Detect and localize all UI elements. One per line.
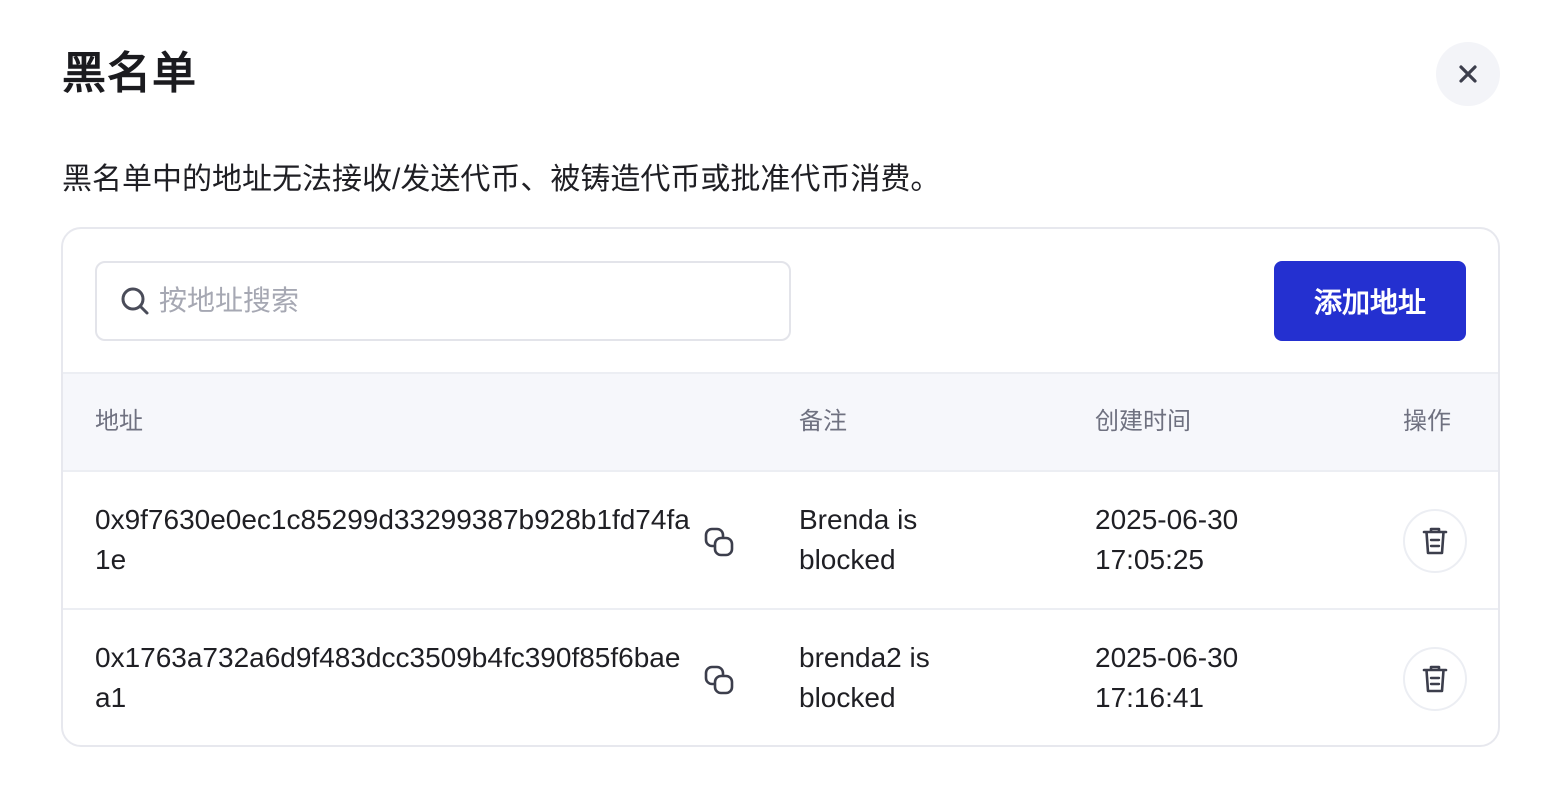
table-header: 地址 备注 创建时间 操作 bbox=[63, 372, 1498, 472]
delete-address-button[interactable] bbox=[1403, 509, 1467, 573]
address-cell: 0x1763a732a6d9f483dcc3509b4fc390f85f6bae… bbox=[95, 642, 681, 713]
close-button[interactable] bbox=[1436, 42, 1500, 106]
copy-icon bbox=[704, 665, 734, 695]
blacklist-dialog: 黑名单 黑名单中的地址无法接收/发送代币、被铸造代币或批准代币消费。 添加地址 … bbox=[0, 0, 1560, 792]
search-icon bbox=[121, 287, 149, 315]
add-address-button[interactable]: 添加地址 bbox=[1274, 261, 1466, 341]
created-time-cell: 2025-06-30 17:05:25 bbox=[1095, 504, 1239, 575]
table-row: 0x9f7630e0ec1c85299d33299387b928b1fd74fa… bbox=[63, 472, 1498, 610]
copy-icon bbox=[704, 527, 734, 557]
table-row: 0x1763a732a6d9f483dcc3509b4fc390f85f6bae… bbox=[63, 610, 1498, 745]
copy-address-button[interactable] bbox=[699, 522, 739, 562]
search-box[interactable] bbox=[95, 261, 791, 341]
note-cell: Brenda is blocked bbox=[799, 504, 918, 575]
column-header-address: 地址 bbox=[95, 408, 143, 435]
close-icon bbox=[1459, 65, 1477, 83]
note-cell: brenda2 is blocked bbox=[799, 642, 930, 713]
trash-icon bbox=[1422, 665, 1448, 693]
column-header-created: 创建时间 bbox=[1095, 408, 1191, 435]
address-cell: 0x9f7630e0ec1c85299d33299387b928b1fd74fa… bbox=[95, 504, 690, 575]
copy-address-button[interactable] bbox=[699, 660, 739, 700]
dialog-title: 黑名单 bbox=[62, 49, 197, 98]
delete-address-button[interactable] bbox=[1403, 647, 1467, 711]
created-time-cell: 2025-06-30 17:16:41 bbox=[1095, 642, 1239, 713]
column-header-actions: 操作 bbox=[1403, 408, 1451, 435]
column-header-note: 备注 bbox=[799, 408, 847, 435]
blacklist-panel: 添加地址 地址 备注 创建时间 操作 0x9f7630e0ec1c85299d3… bbox=[61, 227, 1500, 747]
search-input[interactable] bbox=[159, 271, 759, 331]
dialog-description: 黑名单中的地址无法接收/发送代币、被铸造代币或批准代币消费。 bbox=[62, 163, 941, 196]
trash-icon bbox=[1422, 527, 1448, 555]
